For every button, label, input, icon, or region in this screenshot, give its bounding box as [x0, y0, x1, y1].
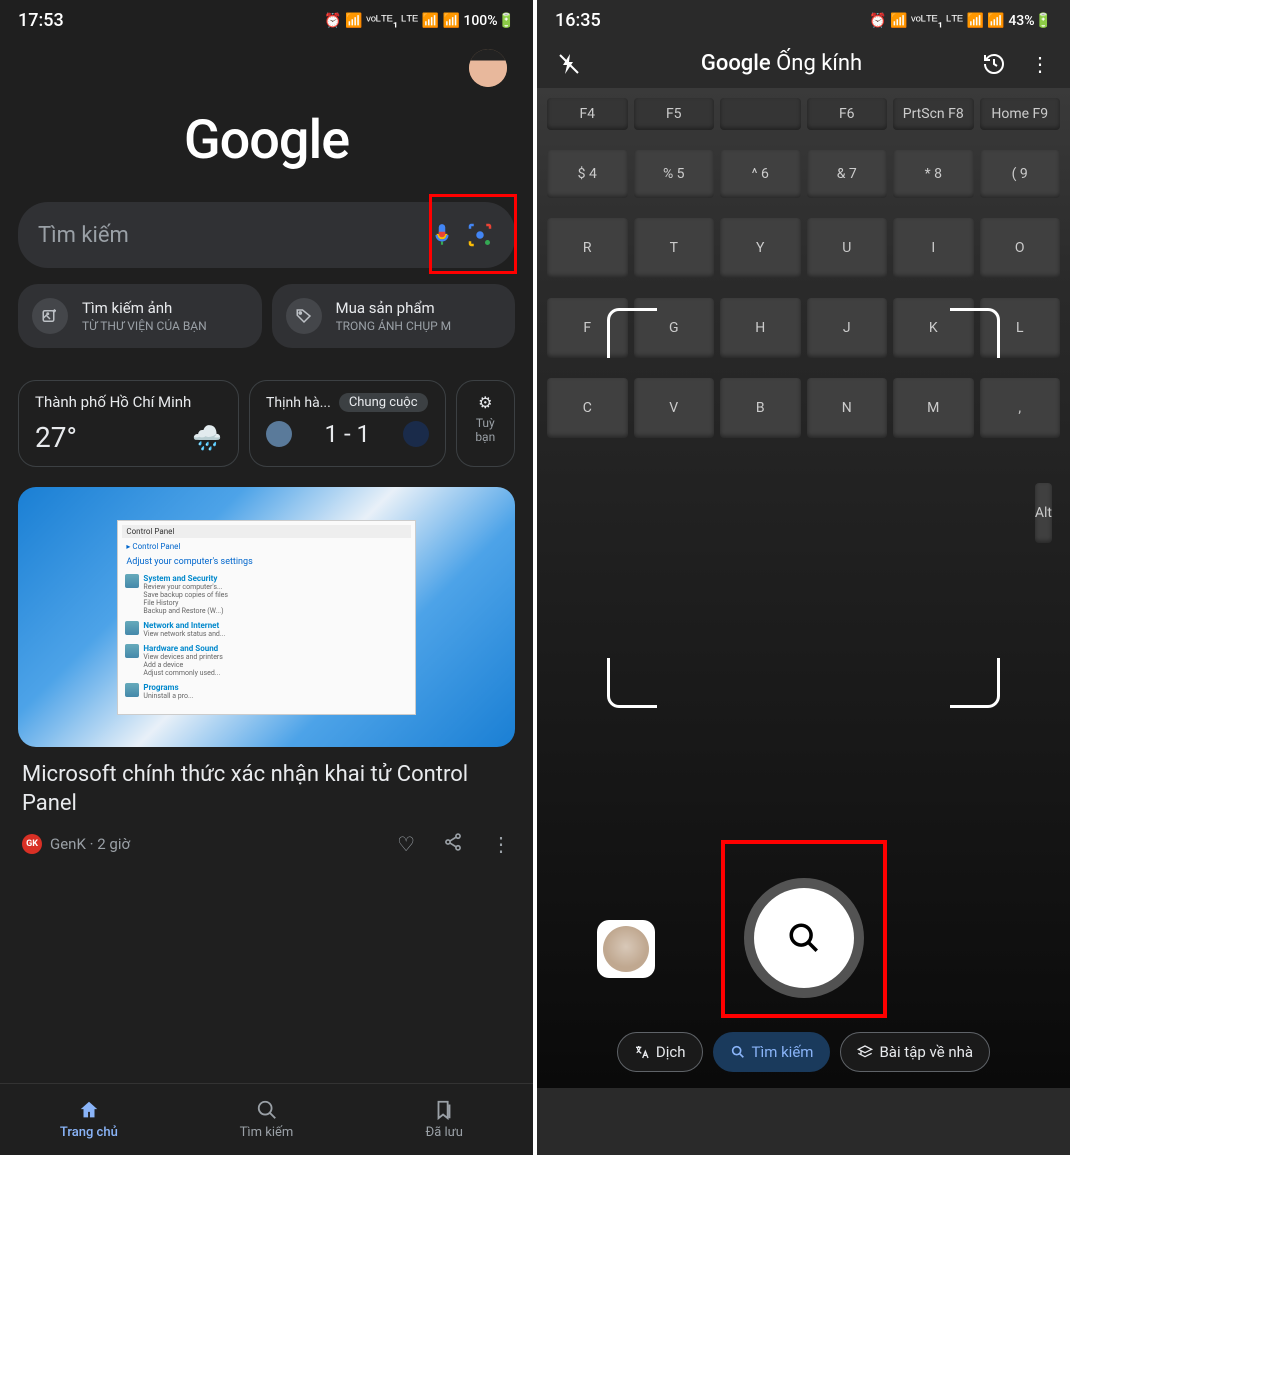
- search-placeholder: Tìm kiếm: [38, 223, 419, 248]
- sport-label: Thịnh hà...: [266, 395, 331, 411]
- image-plus-icon: [32, 298, 68, 334]
- google-logo: Google: [184, 109, 349, 172]
- lens-title: Google Google Ống kínhỐng kính: [701, 51, 862, 76]
- mode-translate[interactable]: Dịch: [617, 1032, 703, 1072]
- customize-label: Tuỳ bạn: [473, 416, 498, 444]
- viewfinder-corner: [950, 308, 1000, 358]
- nav-home[interactable]: Trang chủ: [0, 1084, 178, 1155]
- source-badge: GK: [22, 834, 42, 854]
- search-icon: [730, 1044, 746, 1060]
- status-indicators: ⏰ 📶 ᵛᵒᴸᵀᴱ₁ ᴸᵀᴱ 📶 📶 100%🔋: [324, 12, 515, 29]
- mode-homework[interactable]: Bài tập về nhà: [840, 1032, 990, 1072]
- status-indicators: ⏰ 📶 ᵛᵒᴸᵀᴱ₁ ᴸᵀᴱ 📶 📶 43%🔋: [869, 12, 1052, 29]
- flash-off-icon[interactable]: [557, 52, 581, 76]
- news-headline: Microsoft chính thức xác nhận khai tử Co…: [18, 747, 515, 828]
- news-meta: GenK · 2 giờ: [50, 835, 389, 853]
- home-icon: [78, 1099, 100, 1121]
- sport-score: 1 - 1: [325, 420, 371, 448]
- bookmark-icon: [433, 1099, 455, 1121]
- gear-icon: ⚙: [473, 393, 498, 412]
- keyboard-qwerty-row: RTYUIO: [537, 208, 1070, 288]
- profile-avatar[interactable]: [467, 47, 509, 89]
- status-bar: 16:35 ⏰ 📶 ᵛᵒᴸᵀᴱ₁ ᴸᵀᴱ 📶 📶 43%🔋: [537, 0, 1070, 39]
- google-app-screen: 17:53 ⏰ 📶 ᵛᵒᴸᵀᴱ₁ ᴸᵀᴱ 📶 📶 100%🔋 Google Tì…: [0, 0, 533, 1155]
- keyboard-num-row: $ 4% 5^ 6& 7* 8( 9: [537, 140, 1070, 208]
- sports-card[interactable]: Thịnh hà... Chung cuộc 1 - 1: [249, 380, 446, 467]
- viewfinder-corner: [607, 658, 657, 708]
- homework-icon: [857, 1044, 873, 1060]
- more-icon[interactable]: ⋮: [1030, 52, 1050, 76]
- weather-city: Thành phố Hồ Chí Minh: [35, 393, 222, 411]
- viewfinder-corner: [607, 308, 657, 358]
- viewfinder-corner: [950, 658, 1000, 708]
- mode-search[interactable]: Tìm kiếm: [713, 1032, 831, 1072]
- more-icon[interactable]: ⋮: [491, 832, 511, 856]
- tag-icon: [286, 298, 322, 334]
- quick-search-images[interactable]: Tìm kiếm ảnh TỪ THƯ VIỆN CỦA BẠN: [18, 284, 262, 348]
- quick-sub: TRONG ẢNH CHỤP M: [336, 319, 452, 333]
- microphone-icon[interactable]: [429, 222, 455, 248]
- search-icon: [256, 1099, 278, 1121]
- weather-card[interactable]: Thành phố Hồ Chí Minh 27° 🌧️: [18, 380, 239, 467]
- team-badge-left: [266, 421, 292, 447]
- lens-mode-row: Dịch Tìm kiếm Bài tập về nhà: [537, 1032, 1070, 1072]
- nav-saved[interactable]: Đã lưu: [355, 1084, 533, 1155]
- heart-icon[interactable]: ♡: [397, 832, 415, 856]
- google-lens-screen: 16:35 ⏰ 📶 ᵛᵒᴸᵀᴱ₁ ᴸᵀᴱ 📶 📶 43%🔋 Google Goo…: [537, 0, 1070, 1155]
- highlight-shutter: [721, 840, 887, 1018]
- bottom-nav: Trang chủ Tìm kiếm Đã lưu: [0, 1083, 533, 1155]
- keyboard-zxcv-row: CVBNM,: [537, 368, 1070, 448]
- sport-stage: Chung cuộc: [339, 393, 428, 412]
- news-card[interactable]: Control Panel ▸ Control Panel Adjust you…: [18, 487, 515, 860]
- status-bar: 17:53 ⏰ 📶 ᵛᵒᴸᵀᴱ₁ ᴸᵀᴱ 📶 📶 100%🔋: [0, 0, 533, 39]
- customize-card[interactable]: ⚙ Tuỳ bạn: [456, 380, 515, 467]
- nav-search[interactable]: Tìm kiếm: [178, 1084, 356, 1155]
- news-image: Control Panel ▸ Control Panel Adjust you…: [18, 487, 515, 747]
- quick-title: Tìm kiếm ảnh: [82, 299, 207, 317]
- search-bar[interactable]: Tìm kiếm: [18, 202, 515, 268]
- quick-sub: TỪ THƯ VIỆN CỦA BẠN: [82, 319, 207, 333]
- quick-title: Mua sản phẩm: [336, 299, 452, 317]
- weather-rain-icon: 🌧️: [192, 424, 222, 452]
- status-time: 17:53: [18, 10, 64, 31]
- team-badge-right: [403, 421, 429, 447]
- translate-icon: [634, 1044, 650, 1060]
- google-lens-icon[interactable]: [465, 220, 495, 250]
- share-icon[interactable]: [443, 832, 463, 856]
- keyboard-fn-row: F4F5F6PrtScn F8Home F9: [537, 88, 1070, 140]
- weather-temp: 27°: [35, 421, 77, 454]
- status-time: 16:35: [555, 10, 601, 31]
- quick-shop-products[interactable]: Mua sản phẩm TRONG ẢNH CHỤP M: [272, 284, 516, 348]
- camera-viewfinder: F4F5F6PrtScn F8Home F9 $ 4% 5^ 6& 7* 8( …: [537, 88, 1070, 1088]
- history-icon[interactable]: [982, 52, 1006, 76]
- alt-key: Alt: [1035, 483, 1052, 543]
